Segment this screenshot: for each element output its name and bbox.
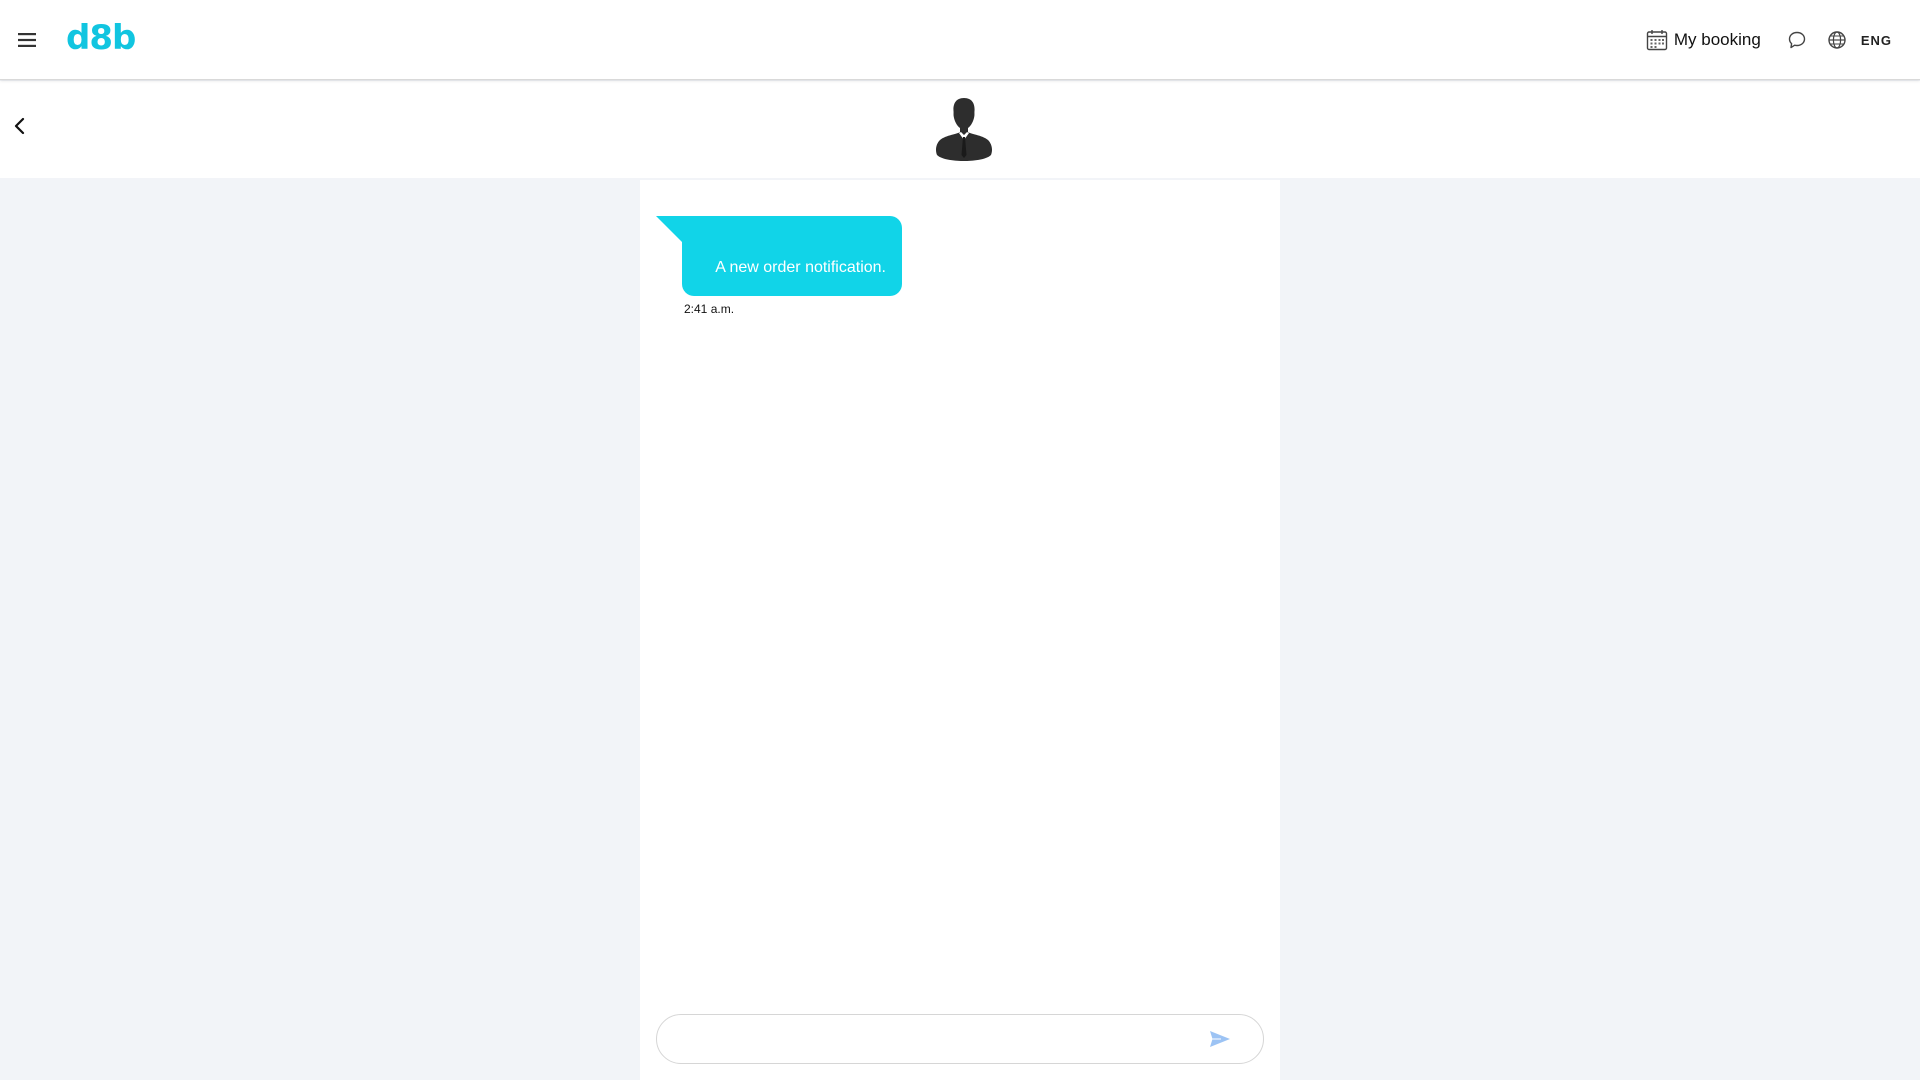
top-navigation-bar: d8b My booking ENG xyxy=(0,0,1920,80)
chat-header xyxy=(0,81,1920,178)
hamburger-menu-icon[interactable] xyxy=(18,32,38,48)
chat-panel: A new order notification. 2:41 a.m. xyxy=(640,180,1280,1080)
language-button[interactable] xyxy=(1827,30,1847,50)
message-text: A new order notification. xyxy=(715,259,886,276)
globe-icon xyxy=(1828,31,1846,49)
chat-bubble-icon xyxy=(1788,31,1806,49)
message-bubble-tail xyxy=(656,216,682,242)
chat-button[interactable] xyxy=(1787,30,1807,50)
language-selector[interactable]: ENG xyxy=(1861,33,1892,48)
user-silhouette-icon xyxy=(936,98,992,161)
brand-logo[interactable]: d8b xyxy=(66,18,136,58)
message-composer xyxy=(656,1014,1264,1064)
my-booking-label: My booking xyxy=(1673,30,1761,49)
top-nav-actions: My booking ENG xyxy=(1646,0,1892,80)
my-booking-link[interactable]: My booking xyxy=(1646,29,1761,51)
message-timestamp: 2:41 a.m. xyxy=(684,302,735,316)
message-bubble: A new order notification. xyxy=(682,216,902,296)
chevron-left-icon[interactable] xyxy=(12,117,28,135)
calendar-icon xyxy=(1646,30,1668,51)
message-input[interactable] xyxy=(675,1023,1175,1055)
send-icon[interactable] xyxy=(1209,1030,1231,1048)
